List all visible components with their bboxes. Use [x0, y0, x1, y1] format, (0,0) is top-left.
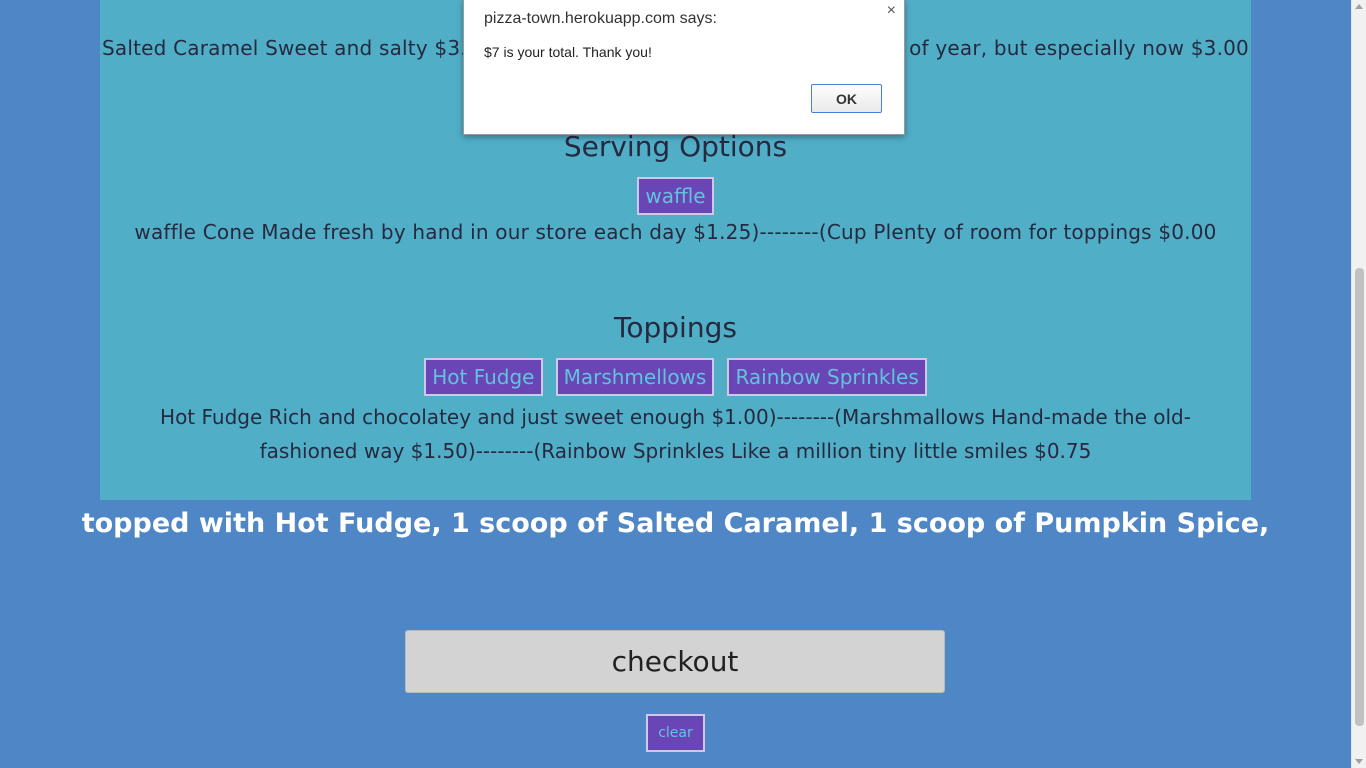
vertical-scrollbar[interactable] — [1351, 0, 1366, 768]
serving-buttons: waffle — [100, 177, 1251, 215]
clear-button[interactable]: clear — [646, 714, 705, 752]
toppings-title: Toppings — [614, 311, 737, 344]
scroll-down-arrow-icon[interactable] — [1355, 759, 1363, 764]
dialog-title: pizza-town.herokuapp.com says: — [484, 10, 717, 27]
topping-buttons: Hot Fudge Marshmellows Rainbow Sprinkles — [100, 358, 1251, 396]
close-icon[interactable]: × — [887, 2, 896, 20]
toppings-description: Hot Fudge Rich and chocolatey and just s… — [160, 405, 1191, 463]
flavor-description-right: e of year, but especially now $3.00 — [890, 36, 1249, 60]
waffle-button[interactable]: waffle — [637, 177, 714, 215]
flavor-description-left: Salted Caramel Sweet and salty $3. — [102, 36, 467, 60]
scroll-up-arrow-icon[interactable] — [1355, 4, 1363, 9]
order-summary: topped with Hot Fudge, 1 scoop of Salted… — [81, 508, 1270, 539]
checkout-button[interactable]: checkout — [405, 630, 945, 693]
serving-description: waffle Cone Made fresh by hand in our st… — [134, 220, 1217, 244]
ok-button[interactable]: OK — [811, 84, 882, 113]
scrollbar-thumb[interactable] — [1355, 268, 1364, 726]
alert-dialog: pizza-town.herokuapp.com says: × $7 is y… — [463, 0, 905, 135]
rainbow-sprinkles-button[interactable]: Rainbow Sprinkles — [727, 358, 927, 396]
hot-fudge-button[interactable]: Hot Fudge — [424, 358, 543, 396]
marshmellows-button[interactable]: Marshmellows — [555, 358, 715, 396]
dialog-message: $7 is your total. Thank you! — [484, 44, 652, 60]
